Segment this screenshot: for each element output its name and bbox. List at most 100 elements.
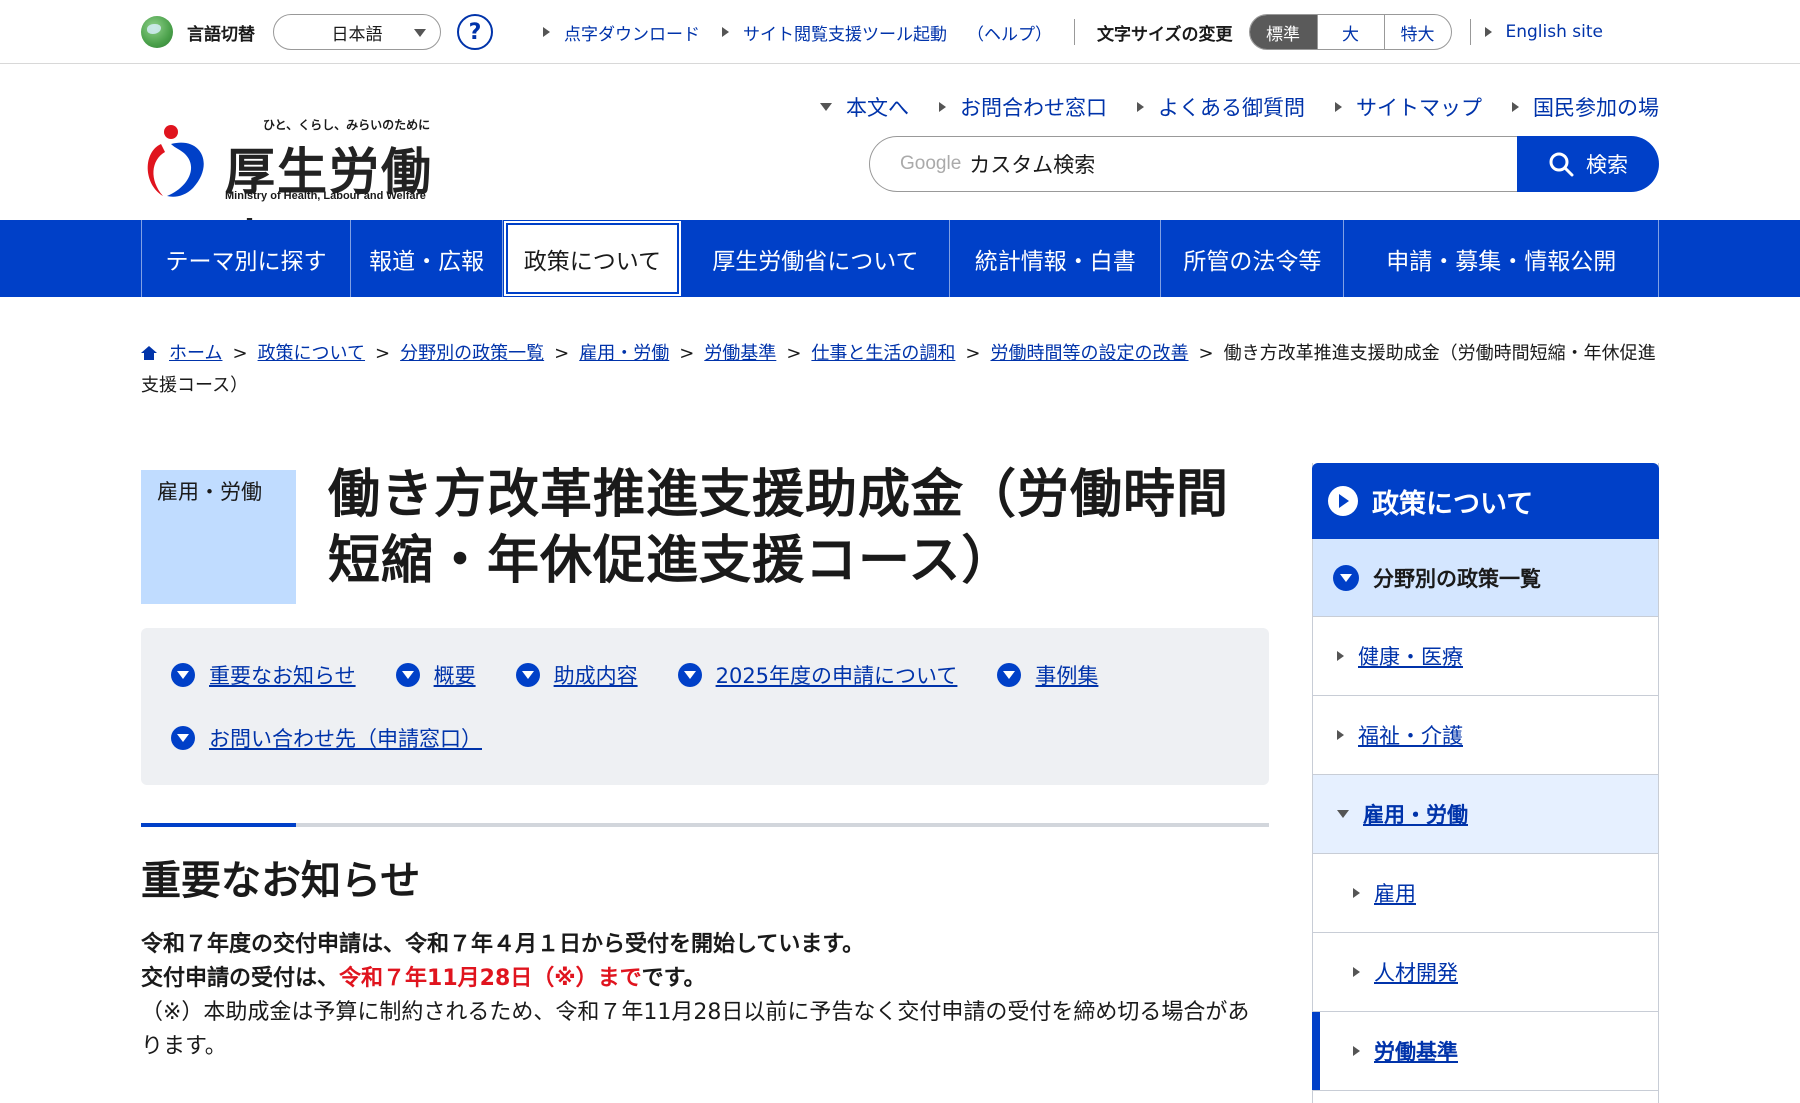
page-title: 働き方改革推進支援助成金（労働時間短縮・年休促進支援コース）: [328, 465, 1230, 591]
side-nav-subitem-hr-development[interactable]: 人材開発: [1313, 933, 1658, 1012]
notice-line: 交付申請の受付は、令和７年11月28日（※）までです。: [141, 962, 1269, 996]
text-size-xlarge-button[interactable]: 特大: [1383, 15, 1451, 49]
side-nav-subitem-employment[interactable]: 雇用: [1313, 854, 1658, 933]
chevron-down-icon: [414, 29, 426, 37]
triangle-right-icon: [722, 27, 729, 37]
gnav-tab-press[interactable]: 報道・広報: [351, 220, 504, 297]
home-icon: [141, 346, 157, 360]
side-nav-header[interactable]: 政策について: [1312, 463, 1659, 539]
toc-item-overview[interactable]: 概要: [395, 658, 476, 692]
triangle-right-icon: [939, 102, 946, 112]
contact-label: お問合わせ窓口: [960, 96, 1107, 120]
chevron-down-circle-icon: [1333, 564, 1359, 591]
section-heading: 重要なお知らせ: [141, 858, 421, 904]
gnav-tab-laws[interactable]: 所管の法令等: [1161, 220, 1345, 297]
chevron-down-circle-icon: [997, 663, 1022, 687]
divider: [1469, 19, 1471, 45]
toc-item-subsidy-content[interactable]: 助成内容: [515, 658, 638, 692]
gnav-tab-applications[interactable]: 申請・募集・情報公開: [1344, 220, 1659, 297]
text-size-label: 文字サイズの変更: [1097, 24, 1233, 45]
global-nav: テーマ別に探す 報道・広報 政策について 厚生労働省について 統計情報・白書 所…: [0, 220, 1800, 297]
side-nav-link[interactable]: 雇用: [1374, 878, 1416, 908]
toc-item-notice[interactable]: 重要なお知らせ: [171, 658, 356, 692]
ministry-logo[interactable]: ひと、くらし、みらいのために 厚生労働省 Ministry of Health,…: [141, 116, 461, 273]
contact-link[interactable]: お問合わせ窓口: [939, 92, 1107, 122]
search-input[interactable]: Google カスタム検索: [869, 136, 1517, 192]
sitemap-link[interactable]: サイトマップ: [1335, 92, 1482, 122]
side-nav-subitem-labor-standards[interactable]: 労働基準: [1312, 1012, 1658, 1091]
english-site-label: English site: [1505, 22, 1604, 42]
breadcrumb-labor-standards[interactable]: 労働基準: [704, 343, 776, 364]
toc-item-contact[interactable]: お問い合わせ先（申請窓口）: [171, 721, 482, 755]
breadcrumb-separator: >: [679, 343, 695, 364]
help-link[interactable]: （ヘルプ）: [967, 20, 1052, 45]
text-size-large-button[interactable]: 大: [1316, 15, 1384, 49]
breadcrumb-separator: >: [554, 343, 570, 364]
faq-label: よくある御質問: [1158, 96, 1305, 120]
toc-item-label: 概要: [433, 664, 476, 688]
gnav-tab-themes[interactable]: テーマ別に探す: [142, 220, 352, 297]
triangle-down-icon: [1337, 810, 1349, 818]
notice-deadline: 令和７年11月28日（※）まで: [339, 966, 642, 991]
gnav-tab-about[interactable]: 厚生労働省について: [682, 220, 951, 297]
side-nav-item-employment[interactable]: 雇用・労働: [1313, 775, 1658, 854]
breadcrumb-policy[interactable]: 政策について: [258, 343, 365, 364]
breadcrumb-policy-list[interactable]: 分野別の政策一覧: [400, 343, 544, 364]
toc-item-label: 2025年度の申請について: [715, 664, 958, 688]
triangle-right-icon: [1337, 730, 1344, 740]
english-site-link[interactable]: English site: [1484, 22, 1604, 42]
gnav-tab-policy[interactable]: 政策について: [504, 221, 681, 296]
section-divider: [141, 823, 1269, 827]
language-select[interactable]: 日本語: [273, 14, 441, 50]
divider: [1074, 19, 1075, 45]
text-size-standard-button[interactable]: 標準: [1249, 15, 1317, 49]
search-button[interactable]: 検索: [1517, 136, 1659, 192]
public-participation-link[interactable]: 国民参加の場: [1512, 92, 1659, 122]
braille-download-link[interactable]: 点字ダウンロード: [543, 20, 700, 45]
side-nav: 政策について 分野別の政策一覧 健康・医療 福祉・介護 雇用・労働 雇用 人材開…: [1312, 463, 1659, 1103]
assist-tool-link[interactable]: サイト閲覧支援ツール起動: [722, 20, 947, 45]
breadcrumb-working-hours[interactable]: 労働時間等の設定の改善: [991, 343, 1189, 364]
category-badge: 雇用・労働: [141, 470, 296, 604]
side-nav-link[interactable]: 健康・医療: [1358, 641, 1463, 671]
toc-item-2025-application[interactable]: 2025年度の申請について: [677, 658, 958, 692]
toc-item-label: お問い合わせ先（申請窓口）: [209, 727, 482, 751]
side-nav-link[interactable]: 人材開発: [1374, 957, 1458, 987]
side-nav-header-label: 政策について: [1372, 488, 1534, 520]
side-nav-link[interactable]: 福祉・介護: [1358, 720, 1463, 750]
language-label: 言語切替: [187, 24, 255, 45]
skip-to-content-label: 本文へ: [846, 96, 909, 120]
text-size-group: 標準 大 特大: [1248, 14, 1452, 50]
search-icon: [1549, 152, 1574, 177]
public-participation-label: 国民参加の場: [1533, 96, 1659, 120]
help-button[interactable]: ?: [457, 14, 493, 50]
triangle-right-icon: [1137, 102, 1144, 112]
chevron-down-circle-icon: [515, 663, 540, 687]
chevron-right-circle-icon: [1328, 486, 1358, 516]
chevron-down-circle-icon: [395, 663, 420, 687]
toc-item-case-studies[interactable]: 事例集: [997, 658, 1098, 692]
side-nav-link[interactable]: 労働基準: [1374, 1036, 1458, 1066]
side-nav-item-welfare[interactable]: 福祉・介護: [1313, 696, 1658, 775]
faq-link[interactable]: よくある御質問: [1137, 92, 1305, 122]
side-nav-item-health[interactable]: 健康・医療: [1313, 617, 1658, 696]
side-nav-policy-list[interactable]: 分野別の政策一覧: [1313, 539, 1658, 617]
notice-body: 令和７年度の交付申請は、令和７年４月１日から受付を開始しています。 交付申請の受…: [141, 928, 1269, 1064]
breadcrumb-work-life[interactable]: 仕事と生活の調和: [811, 343, 955, 364]
breadcrumb-employment[interactable]: 雇用・労働: [579, 343, 669, 364]
breadcrumb-home[interactable]: ホーム: [169, 343, 222, 364]
utility-bar: 言語切替 日本語 ? 点字ダウンロード サイト閲覧支援ツール起動 （ヘルプ） 文…: [0, 0, 1800, 64]
gnav-tab-statistics[interactable]: 統計情報・白書: [950, 220, 1162, 297]
toc-item-label: 重要なお知らせ: [209, 664, 356, 688]
chevron-down-circle-icon: [171, 663, 195, 687]
toc-item-label: 事例集: [1035, 664, 1099, 688]
notice-text: です。: [641, 966, 706, 991]
globe-icon: [141, 16, 173, 48]
skip-to-content-link[interactable]: 本文へ: [820, 92, 909, 122]
triangle-right-icon: [1335, 102, 1342, 112]
side-nav-link[interactable]: 雇用・労働: [1363, 799, 1468, 829]
triangle-right-icon: [1512, 102, 1519, 112]
triangle-down-icon: [820, 103, 832, 111]
search-button-label: 検索: [1586, 153, 1628, 177]
page-toc: 重要なお知らせ 概要 助成内容 2025年度の申請について 事例集 お問い合わせ…: [141, 628, 1269, 785]
